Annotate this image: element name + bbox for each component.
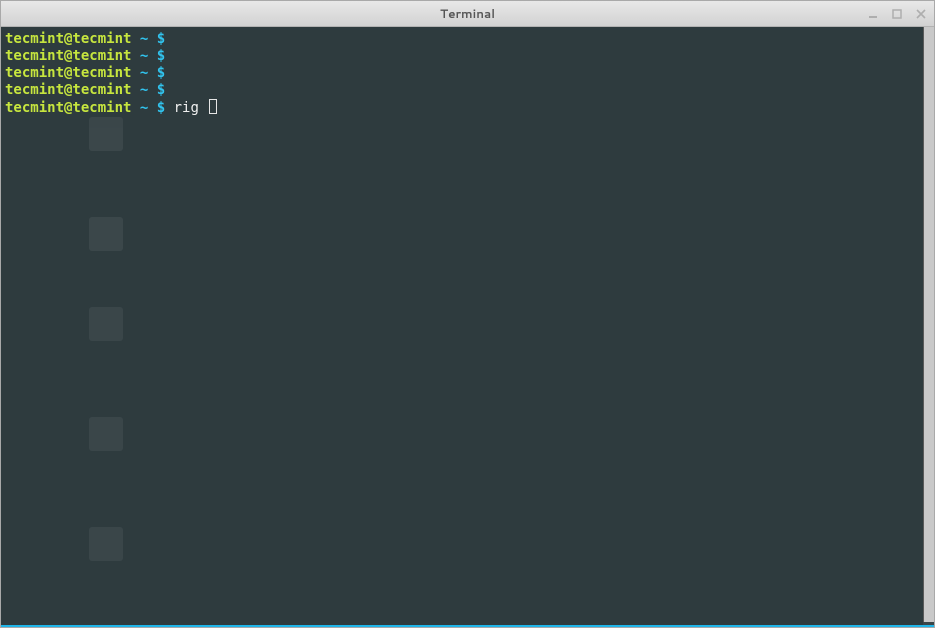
prompt-line: tecmint@tecmint ~ $ [5,65,930,82]
terminal-body[interactable]: tecmint@tecmint ~ $ tecmint@tecmint ~ $ … [1,27,934,627]
window-controls [866,7,928,21]
prompt-symbol: $ [157,82,165,98]
prompt-symbol: $ [157,31,165,47]
prompt-user-host: tecmint@tecmint [5,82,131,98]
scrollbar-track[interactable] [923,27,934,625]
prompt-user-host: tecmint@tecmint [5,31,131,47]
prompt-user-host: tecmint@tecmint [5,100,131,116]
prompt-path: ~ [140,31,148,47]
terminal-output[interactable]: tecmint@tecmint ~ $ tecmint@tecmint ~ $ … [5,31,930,621]
prompt-path: ~ [140,65,148,81]
prompt-symbol: $ [157,100,165,116]
maximize-button[interactable] [890,7,904,21]
prompt-symbol: $ [157,65,165,81]
titlebar[interactable]: Terminal [1,1,934,27]
prompt-path: ~ [140,82,148,98]
scrollbar-thumb[interactable] [923,27,934,622]
prompt-path: ~ [140,100,148,116]
prompt-path: ~ [140,48,148,64]
terminal-window: Terminal tecmint@tecmint ~ $ tecmint@tec… [0,0,935,628]
prompt-symbol: $ [157,48,165,64]
minimize-icon [868,9,878,19]
window-title: Terminal [440,5,495,22]
maximize-icon [892,9,902,19]
prompt-line: tecmint@tecmint ~ $ [5,48,930,65]
close-icon [916,9,926,19]
prompt-line: tecmint@tecmint ~ $ [5,31,930,48]
prompt-line: tecmint@tecmint ~ $ [5,82,930,99]
command-text: rig [174,100,208,116]
prompt-user-host: tecmint@tecmint [5,48,131,64]
close-button[interactable] [914,7,928,21]
minimize-button[interactable] [866,7,880,21]
prompt-user-host: tecmint@tecmint [5,65,131,81]
text-cursor [209,99,217,114]
prompt-line: tecmint@tecmint ~ $ rig [5,99,930,117]
